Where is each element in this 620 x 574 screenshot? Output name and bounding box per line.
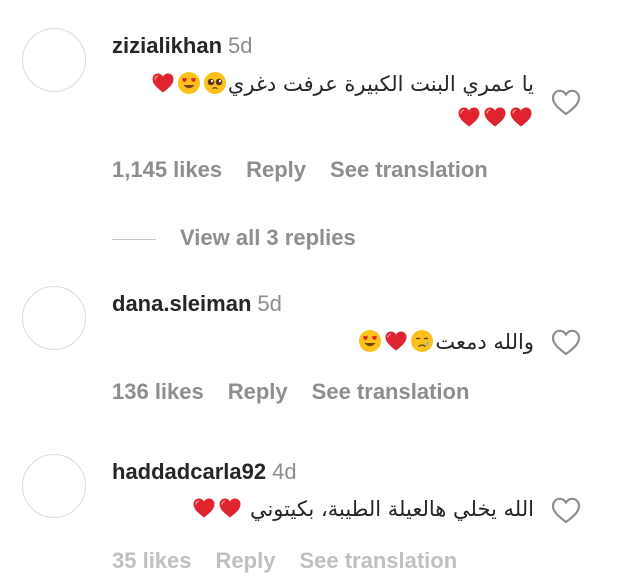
red-heart-emoji — [384, 329, 408, 353]
username[interactable]: dana.sleiman — [112, 291, 251, 316]
like-heart-icon[interactable] — [549, 493, 583, 527]
comment-text: الله يخلي هالعيلة الطيبة، بكيتوني — [112, 492, 534, 526]
crying-face-emoji — [410, 329, 434, 353]
avatar[interactable] — [22, 454, 86, 518]
comment-actions-partial: 35 likes Reply See translation — [112, 548, 457, 574]
comment-text: يا عمري البنت الكبيرة عرفت دغري — [112, 67, 534, 135]
like-heart-icon[interactable] — [549, 325, 583, 359]
replies-divider — [112, 238, 156, 240]
comment-text-body: يا عمري البنت الكبيرة عرفت دغري — [227, 72, 534, 96]
heart-eyes-emoji — [177, 71, 201, 95]
likes-count[interactable]: 1,145 likes — [112, 157, 222, 182]
comment-actions: 136 likes Reply See translation — [112, 379, 493, 405]
red-heart-emoji — [457, 105, 481, 129]
comment-header: zizialikhan 5d — [112, 33, 253, 59]
username[interactable]: zizialikhan — [112, 33, 222, 58]
red-heart-emoji — [192, 496, 216, 520]
comment-age: 5d — [228, 33, 253, 58]
comment-text-body: الله يخلي هالعيلة الطيبة، بكيتوني — [249, 497, 534, 521]
reply-button[interactable]: Reply — [216, 548, 276, 573]
heart-eyes-emoji — [358, 329, 382, 353]
reply-button[interactable]: Reply — [246, 157, 306, 182]
likes-count[interactable]: 35 likes — [112, 548, 192, 573]
likes-count[interactable]: 136 likes — [112, 379, 204, 404]
comment-text: والله دمعت — [112, 325, 534, 359]
red-heart-emoji — [509, 105, 533, 129]
red-heart-emoji — [218, 496, 242, 520]
pleading-face-emoji — [203, 71, 227, 95]
red-heart-emoji — [483, 105, 507, 129]
comment-age: 4d — [272, 459, 297, 484]
comment-actions: 1,145 likes Reply See translation — [112, 157, 512, 183]
view-replies-button[interactable]: View all 3 replies — [112, 225, 356, 251]
comment-age: 5d — [257, 291, 282, 316]
see-translation-button[interactable]: See translation — [330, 157, 488, 182]
comment-header: haddadcarla92 4d — [112, 459, 297, 485]
comment-header: dana.sleiman 5d — [112, 291, 282, 317]
reply-button[interactable]: Reply — [228, 379, 288, 404]
see-translation-button[interactable]: See translation — [312, 379, 470, 404]
username[interactable]: haddadcarla92 — [112, 459, 266, 484]
like-heart-icon[interactable] — [549, 85, 583, 119]
red-heart-emoji — [151, 71, 175, 95]
view-replies-label: View all 3 replies — [180, 225, 356, 250]
avatar[interactable] — [22, 286, 86, 350]
avatar[interactable] — [22, 28, 86, 92]
comment-text-body: والله دمعت — [435, 330, 534, 354]
see-translation-button[interactable]: See translation — [299, 548, 457, 573]
